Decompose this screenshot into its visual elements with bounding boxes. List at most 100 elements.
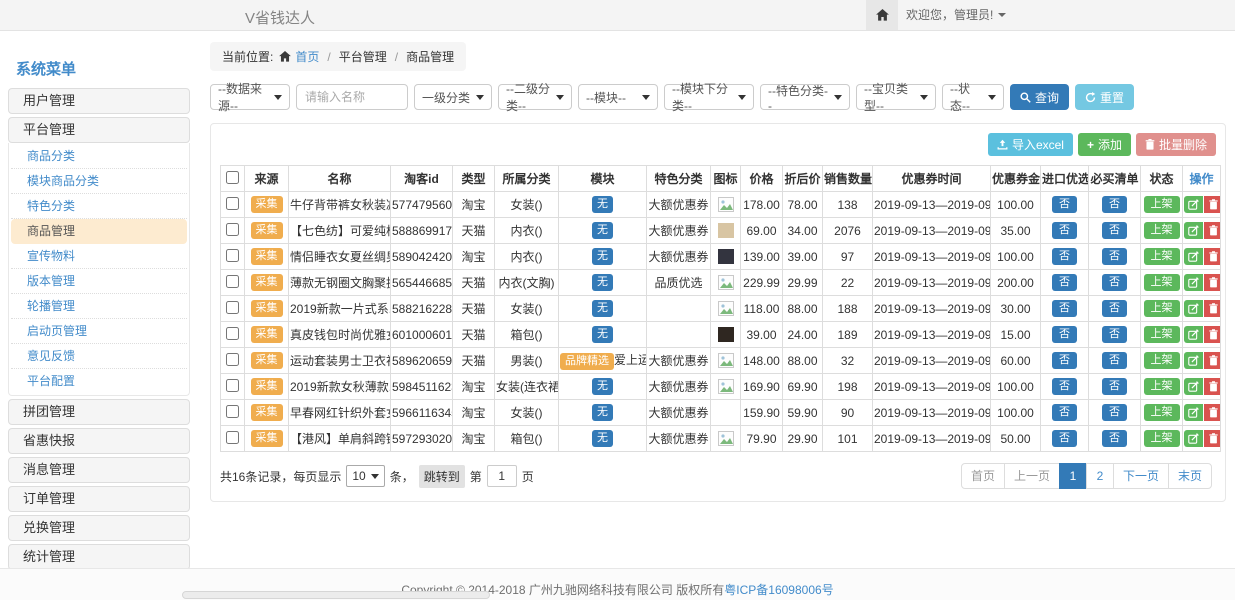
edit-button[interactable] xyxy=(1184,300,1203,317)
select-all-checkbox[interactable] xyxy=(226,171,239,184)
delete-button[interactable] xyxy=(1204,300,1221,317)
edit-button[interactable] xyxy=(1184,248,1203,265)
name-search-input[interactable] xyxy=(296,84,408,110)
row-checkbox[interactable] xyxy=(226,379,239,392)
edit-button[interactable] xyxy=(1184,352,1203,369)
page-button-末页[interactable]: 末页 xyxy=(1168,463,1212,489)
status-select[interactable]: --状态-- xyxy=(942,84,1004,110)
row-checkbox[interactable] xyxy=(226,353,239,366)
must-buy-toggle[interactable]: 否 xyxy=(1102,300,1127,317)
must-buy-toggle[interactable]: 否 xyxy=(1102,274,1127,291)
sidebar-item-商品管理[interactable]: 商品管理 xyxy=(11,219,187,244)
edit-button[interactable] xyxy=(1184,326,1203,343)
batch-delete-button[interactable]: 批量删除 xyxy=(1136,133,1216,156)
delete-button[interactable] xyxy=(1204,274,1221,291)
sidebar-item-特色分类[interactable]: 特色分类 xyxy=(11,194,187,219)
module-subcategory-select[interactable]: --模块下分类-- xyxy=(664,84,754,110)
sidebar-item-版本管理[interactable]: 版本管理 xyxy=(11,269,187,294)
status-button[interactable]: 上架 xyxy=(1144,404,1180,421)
sidebar-item-订单管理[interactable]: 订单管理 xyxy=(8,486,190,512)
import-choice-toggle[interactable]: 否 xyxy=(1052,222,1077,239)
row-checkbox[interactable] xyxy=(226,327,239,340)
row-checkbox[interactable] xyxy=(226,405,239,418)
query-button[interactable]: 查询 xyxy=(1010,84,1069,110)
item-type-select[interactable]: --宝贝类型-- xyxy=(856,84,936,110)
delete-button[interactable] xyxy=(1204,196,1221,213)
icp-link[interactable]: 粤ICP备16098006号 xyxy=(724,583,833,597)
level2-category-select[interactable]: --二级分类-- xyxy=(498,84,572,110)
horizontal-scrollbar[interactable] xyxy=(182,591,490,599)
edit-button[interactable] xyxy=(1184,404,1203,421)
sidebar-item-宣传物料[interactable]: 宣传物料 xyxy=(11,244,187,269)
edit-button[interactable] xyxy=(1184,196,1203,213)
import-choice-toggle[interactable]: 否 xyxy=(1052,378,1077,395)
sidebar-item-统计管理[interactable]: 统计管理 xyxy=(8,544,190,570)
edit-button[interactable] xyxy=(1184,274,1203,291)
import-choice-toggle[interactable]: 否 xyxy=(1052,196,1077,213)
delete-button[interactable] xyxy=(1204,430,1221,447)
import-choice-toggle[interactable]: 否 xyxy=(1052,430,1077,447)
must-buy-toggle[interactable]: 否 xyxy=(1102,378,1127,395)
jump-button[interactable]: 跳转到 xyxy=(419,465,465,488)
delete-button[interactable] xyxy=(1204,326,1221,343)
import-choice-toggle[interactable]: 否 xyxy=(1052,352,1077,369)
user-menu[interactable]: 欢迎您，管理员! xyxy=(906,0,1006,30)
sidebar-item-用户管理[interactable]: 用户管理 xyxy=(8,88,190,114)
status-button[interactable]: 上架 xyxy=(1144,430,1180,447)
edit-button[interactable] xyxy=(1184,378,1203,395)
row-checkbox[interactable] xyxy=(226,301,239,314)
row-checkbox[interactable] xyxy=(226,223,239,236)
status-button[interactable]: 上架 xyxy=(1144,196,1180,213)
status-button[interactable]: 上架 xyxy=(1144,326,1180,343)
module-select[interactable]: --模块-- xyxy=(578,84,658,110)
delete-button[interactable] xyxy=(1204,378,1221,395)
page-button-1[interactable]: 1 xyxy=(1059,463,1087,489)
status-button[interactable]: 上架 xyxy=(1144,222,1180,239)
status-button[interactable]: 上架 xyxy=(1144,300,1180,317)
import-choice-toggle[interactable]: 否 xyxy=(1052,326,1077,343)
row-checkbox[interactable] xyxy=(226,249,239,262)
add-button[interactable]: + 添加 xyxy=(1078,133,1131,156)
edit-button[interactable] xyxy=(1184,430,1203,447)
sidebar-item-启动页管理[interactable]: 启动页管理 xyxy=(11,319,187,344)
breadcrumb-home-link[interactable]: 首页 xyxy=(295,48,319,65)
must-buy-toggle[interactable]: 否 xyxy=(1102,352,1127,369)
import-choice-toggle[interactable]: 否 xyxy=(1052,404,1077,421)
must-buy-toggle[interactable]: 否 xyxy=(1102,222,1127,239)
import-choice-toggle[interactable]: 否 xyxy=(1052,248,1077,265)
jump-page-input[interactable] xyxy=(487,465,517,487)
must-buy-toggle[interactable]: 否 xyxy=(1102,326,1127,343)
row-checkbox[interactable] xyxy=(226,197,239,210)
sidebar-item-拼团管理[interactable]: 拼团管理 xyxy=(8,399,190,425)
row-checkbox[interactable] xyxy=(226,275,239,288)
status-button[interactable]: 上架 xyxy=(1144,274,1180,291)
page-size-select[interactable]: 10 xyxy=(346,465,384,487)
page-button-首页[interactable]: 首页 xyxy=(961,463,1005,489)
delete-button[interactable] xyxy=(1204,404,1221,421)
sidebar-item-轮播管理[interactable]: 轮播管理 xyxy=(11,294,187,319)
import-choice-toggle[interactable]: 否 xyxy=(1052,300,1077,317)
must-buy-toggle[interactable]: 否 xyxy=(1102,404,1127,421)
delete-button[interactable] xyxy=(1204,248,1221,265)
status-button[interactable]: 上架 xyxy=(1144,352,1180,369)
must-buy-toggle[interactable]: 否 xyxy=(1102,196,1127,213)
status-button[interactable]: 上架 xyxy=(1144,248,1180,265)
feature-category-select[interactable]: --特色分类-- xyxy=(760,84,850,110)
delete-button[interactable] xyxy=(1204,222,1221,239)
status-button[interactable]: 上架 xyxy=(1144,378,1180,395)
import-choice-toggle[interactable]: 否 xyxy=(1052,274,1077,291)
sidebar-item-消息管理[interactable]: 消息管理 xyxy=(8,457,190,483)
sidebar-item-平台配置[interactable]: 平台配置 xyxy=(11,369,187,394)
delete-button[interactable] xyxy=(1204,352,1221,369)
row-checkbox[interactable] xyxy=(226,431,239,444)
data-source-select[interactable]: --数据来源-- xyxy=(210,84,290,110)
edit-button[interactable] xyxy=(1184,222,1203,239)
sidebar-item-意见反馈[interactable]: 意见反馈 xyxy=(11,344,187,369)
page-button-上一页[interactable]: 上一页 xyxy=(1004,463,1060,489)
must-buy-toggle[interactable]: 否 xyxy=(1102,248,1127,265)
sidebar-item-兑换管理[interactable]: 兑换管理 xyxy=(8,515,190,541)
sidebar-item-省惠快报[interactable]: 省惠快报 xyxy=(8,428,190,454)
import-excel-button[interactable]: 导入excel xyxy=(988,133,1073,156)
must-buy-toggle[interactable]: 否 xyxy=(1102,430,1127,447)
home-button[interactable] xyxy=(866,0,898,30)
